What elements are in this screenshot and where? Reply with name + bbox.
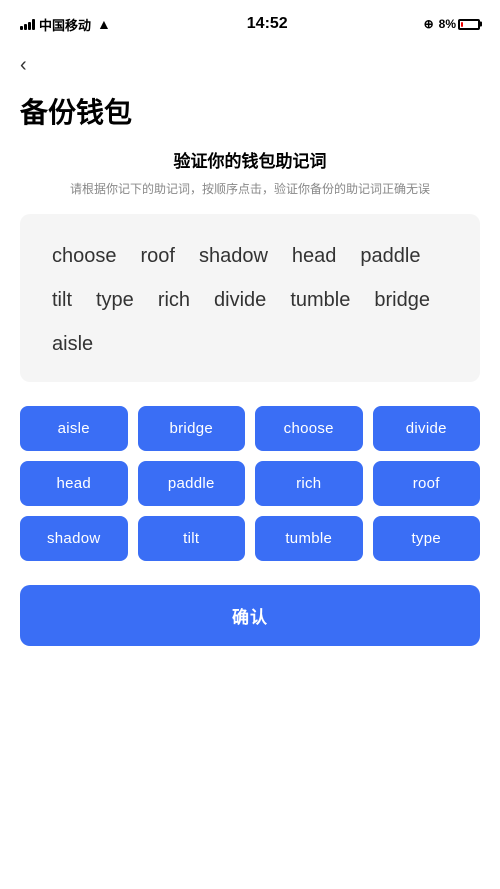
battery-container: 8%	[439, 17, 480, 31]
wifi-icon: ▲	[97, 16, 111, 32]
word-display-grid: chooseroofshadowheadpaddle tilttyperichdi…	[40, 234, 460, 366]
word-button[interactable]: tumble	[255, 516, 363, 561]
display-word: tilt	[40, 278, 84, 322]
battery-percent: 8%	[439, 17, 456, 31]
word-button[interactable]: roof	[373, 461, 481, 506]
carrier-label: 中国移动	[39, 15, 91, 34]
word-button[interactable]: aisle	[20, 406, 128, 451]
satellite-icon: ⊕	[424, 17, 434, 31]
display-word: head	[280, 234, 349, 278]
word-display-area: chooseroofshadowheadpaddle tilttyperichdi…	[20, 214, 480, 382]
word-button[interactable]: rich	[255, 461, 363, 506]
word-button[interactable]: paddle	[138, 461, 246, 506]
display-word: rich	[146, 278, 202, 322]
word-button[interactable]: divide	[373, 406, 481, 451]
display-word: shadow	[187, 234, 280, 278]
display-word: divide	[202, 278, 278, 322]
display-word: aisle	[40, 322, 105, 366]
display-word: roof	[129, 234, 187, 278]
word-button[interactable]: shadow	[20, 516, 128, 561]
status-right: ⊕ 8%	[424, 17, 480, 31]
battery-icon	[458, 19, 480, 30]
word-button[interactable]: choose	[255, 406, 363, 451]
battery-fill	[461, 22, 463, 27]
word-button[interactable]: head	[20, 461, 128, 506]
page-title: 备份钱包	[0, 83, 500, 147]
time-label: 14:52	[247, 15, 288, 33]
back-button[interactable]: ‹	[0, 44, 500, 83]
display-word: tumble	[278, 278, 362, 322]
confirm-button[interactable]: 确认	[20, 585, 480, 646]
word-buttons-area: aislebridgechoosedivide headpaddlerichroo…	[20, 406, 480, 561]
display-word: paddle	[348, 234, 432, 278]
word-button[interactable]: bridge	[138, 406, 246, 451]
word-button[interactable]: tilt	[138, 516, 246, 561]
word-button[interactable]: type	[373, 516, 481, 561]
display-word: type	[84, 278, 146, 322]
confirm-area: 确认	[20, 585, 480, 646]
section-title: 验证你的钱包助记词	[0, 147, 500, 180]
status-left: 中国移动 ▲	[20, 15, 111, 34]
status-bar: 中国移动 ▲ 14:52 ⊕ 8%	[0, 0, 500, 44]
signal-icon	[20, 18, 35, 30]
display-word: bridge	[362, 278, 442, 322]
display-word: choose	[40, 234, 129, 278]
section-desc: 请根据你记下的助记词，按顺序点击，验证你备份的助记词正确无误	[0, 180, 500, 214]
word-buttons-grid: aislebridgechoosedivide headpaddlerichroo…	[20, 406, 480, 561]
